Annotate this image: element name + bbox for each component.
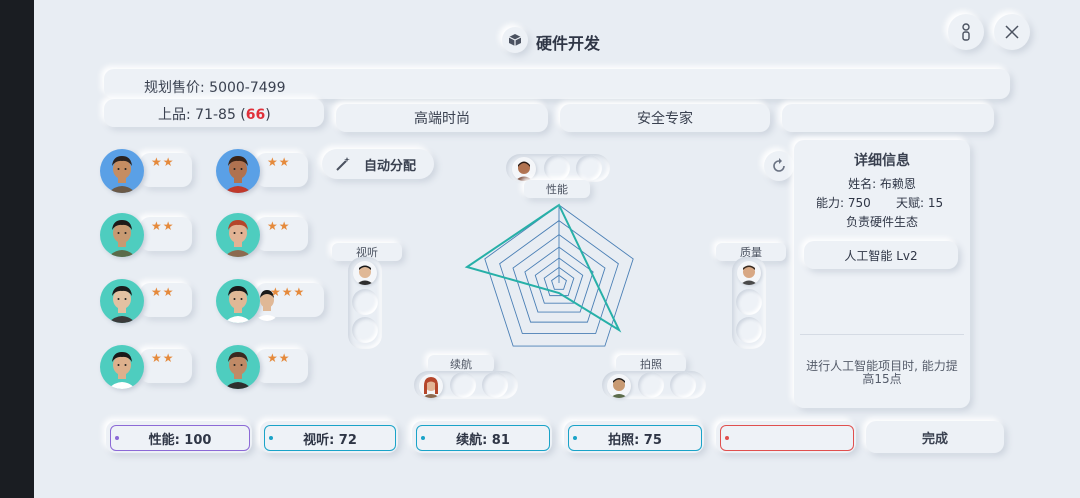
stat-box: 性能: 100 xyxy=(110,425,250,451)
quality-value: 66 xyxy=(245,107,266,123)
battery-slot[interactable] xyxy=(450,372,476,398)
stat-dot-icon xyxy=(421,436,425,440)
detail-note: 进行人工智能项目时, 能力提高15点 xyxy=(806,359,958,386)
staff-avatar[interactable] xyxy=(216,345,260,389)
stat-box xyxy=(720,425,854,451)
camera-assignee-avatar[interactable] xyxy=(607,374,631,398)
auto-assign-button[interactable]: 自动分配 xyxy=(322,149,434,179)
staff-stars: ★★ xyxy=(151,155,175,169)
detail-ability: 能力: 750 xyxy=(816,196,871,210)
radar-chart xyxy=(464,203,634,347)
audio-slot[interactable] xyxy=(352,317,378,343)
close-button[interactable] xyxy=(994,14,1030,50)
price-label: 规划售价: 5000-7499 xyxy=(144,80,286,96)
performance-slot[interactable] xyxy=(544,155,570,181)
stat-dot-icon xyxy=(573,436,577,440)
staff-avatar[interactable] xyxy=(100,149,144,193)
stat-dot-icon xyxy=(725,436,729,440)
skill-tag[interactable]: 人工智能 Lv2 xyxy=(804,241,958,269)
staff-stars: ★★ xyxy=(267,351,291,365)
quality-label: 上品: 71-85 (66) xyxy=(158,107,271,123)
staff-stars: ★★ xyxy=(151,285,175,299)
staff-stars: ★★ xyxy=(267,219,291,233)
refresh-button[interactable] xyxy=(764,151,794,181)
staff-stars: ★★ xyxy=(151,351,175,365)
audio-slot[interactable] xyxy=(352,289,378,315)
battery-assignee-avatar[interactable] xyxy=(419,374,443,398)
key-button[interactable] xyxy=(948,14,984,50)
tag-slot-2[interactable]: 安全专家 xyxy=(560,104,770,132)
staff-stars: ★★ xyxy=(151,219,175,233)
performance-assignee-avatar[interactable] xyxy=(512,157,536,181)
quality-slot[interactable] xyxy=(736,289,762,315)
stat-label: 视听: 72 xyxy=(303,432,357,448)
staff-avatar[interactable] xyxy=(100,345,144,389)
stat-label: 性能: 100 xyxy=(148,432,212,448)
magic-wand-icon xyxy=(336,157,350,171)
staff-stars: ★★ xyxy=(267,155,291,169)
staff-avatar[interactable] xyxy=(216,213,260,257)
stat-box: 视听: 72 xyxy=(264,425,396,451)
camera-slot[interactable] xyxy=(670,372,696,398)
staff-avatar[interactable] xyxy=(100,213,144,257)
performance-slot[interactable] xyxy=(576,155,602,181)
tag-slot-3[interactable] xyxy=(782,104,994,132)
camera-slot[interactable] xyxy=(638,372,664,398)
box-icon xyxy=(502,27,528,53)
detail-responsibility: 负责硬件生态 xyxy=(845,215,918,229)
staff-stars: ★★★ xyxy=(270,285,306,299)
detail-title: 详细信息 xyxy=(854,153,910,169)
quality-slot[interactable] xyxy=(736,317,762,343)
done-button[interactable]: 完成 xyxy=(866,421,1004,453)
stat-dot-icon xyxy=(115,436,119,440)
battery-slot[interactable] xyxy=(482,372,508,398)
radar-stat-polygon xyxy=(464,203,622,333)
quality-assignee-avatar[interactable] xyxy=(737,261,761,285)
staff-avatar[interactable] xyxy=(100,279,144,323)
stat-label: 续航: 81 xyxy=(456,432,510,448)
close-icon xyxy=(1005,25,1019,39)
detail-divider xyxy=(800,334,964,335)
page-title: 硬件开发 xyxy=(536,34,601,53)
staff-avatar[interactable] xyxy=(216,149,260,193)
audio-assignee-avatar[interactable] xyxy=(353,261,377,285)
key-icon xyxy=(962,23,970,41)
game-screen: 硬件开发 规划售价: 5000-7499 上品: 71-85 (66) 高端时尚… xyxy=(34,0,1080,498)
stat-box: 续航: 81 xyxy=(416,425,550,451)
detail-name: 姓名: 布赖恩 xyxy=(848,177,916,191)
stat-dot-icon xyxy=(269,436,273,440)
refresh-icon xyxy=(773,158,785,172)
stat-box: 拍照: 75 xyxy=(568,425,702,451)
tag-slot-1[interactable]: 高端时尚 xyxy=(336,104,548,132)
stat-label: 拍照: 75 xyxy=(608,432,662,448)
performance-label: 性能 xyxy=(524,180,590,198)
detail-talent: 天赋: 15 xyxy=(896,196,944,210)
